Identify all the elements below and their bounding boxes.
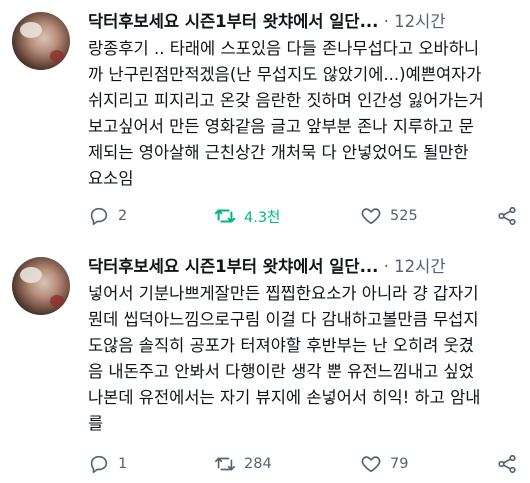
retweet-button[interactable]: 4.3천 xyxy=(214,205,280,227)
tweet-header: 닥터후보세요 시즌1부터 왓챠에서 일단... · 12시간 xyxy=(88,253,518,279)
reply-icon xyxy=(90,455,108,474)
retweet-count: 284 xyxy=(244,456,272,472)
timestamp[interactable]: 12시간 xyxy=(394,257,445,276)
separator: · xyxy=(383,257,389,276)
author-name[interactable]: 닥터후보세요 시즌1부터 왓챠에서 일단... xyxy=(88,12,378,31)
tweet-text: 넣어서 기분나쁘게잘만든 찝찝한요소가 아니라 걍 갑자기 뭔데 씹덕아느낌으로… xyxy=(88,284,481,433)
retweet-icon xyxy=(214,209,236,223)
heart-icon xyxy=(361,208,381,225)
like-button[interactable]: 79 xyxy=(360,453,408,475)
tweet-header: 닥터후보세요 시즌1부터 왓챠에서 일단... · 12시간 xyxy=(88,8,518,34)
retweet-count: 4.3천 xyxy=(244,209,281,226)
like-count: 525 xyxy=(390,208,418,224)
retweet-icon xyxy=(215,457,235,471)
reply-count: 2 xyxy=(118,208,128,224)
heart-icon xyxy=(361,456,381,473)
reply-button[interactable]: 1 xyxy=(88,453,127,475)
tweet[interactable]: 닥터후보세요 시즌1부터 왓챠에서 일단... · 12시간 랑종후기 .. 타… xyxy=(0,0,530,245)
author-name[interactable]: 닥터후보세요 시즌1부터 왓챠에서 일단... xyxy=(88,257,378,276)
like-count: 79 xyxy=(390,456,409,472)
like-button[interactable]: 525 xyxy=(360,205,418,227)
tweet-text: 랑종후기 .. 타래에 스포있음 다들 존나무섭다고 오바하니 까 난구린점만적… xyxy=(88,39,484,188)
share-icon xyxy=(498,206,516,226)
timestamp[interactable]: 12시간 xyxy=(394,12,445,31)
share-button[interactable] xyxy=(496,453,518,475)
tweet-actions: 2 4.3천 525 xyxy=(88,205,518,231)
separator: · xyxy=(383,12,389,31)
share-icon xyxy=(498,454,516,474)
tweet-actions: 1 284 79 xyxy=(88,453,518,479)
avatar[interactable] xyxy=(12,12,70,70)
reply-icon xyxy=(90,207,108,226)
reply-button[interactable]: 2 xyxy=(88,205,127,227)
avatar[interactable] xyxy=(12,257,70,315)
reply-count: 1 xyxy=(118,456,128,472)
tweet[interactable]: 닥터후보세요 시즌1부터 왓챠에서 일단... · 12시간 넣어서 기분나쁘게… xyxy=(0,245,530,483)
retweet-button[interactable]: 284 xyxy=(214,453,272,475)
share-button[interactable] xyxy=(496,205,518,227)
